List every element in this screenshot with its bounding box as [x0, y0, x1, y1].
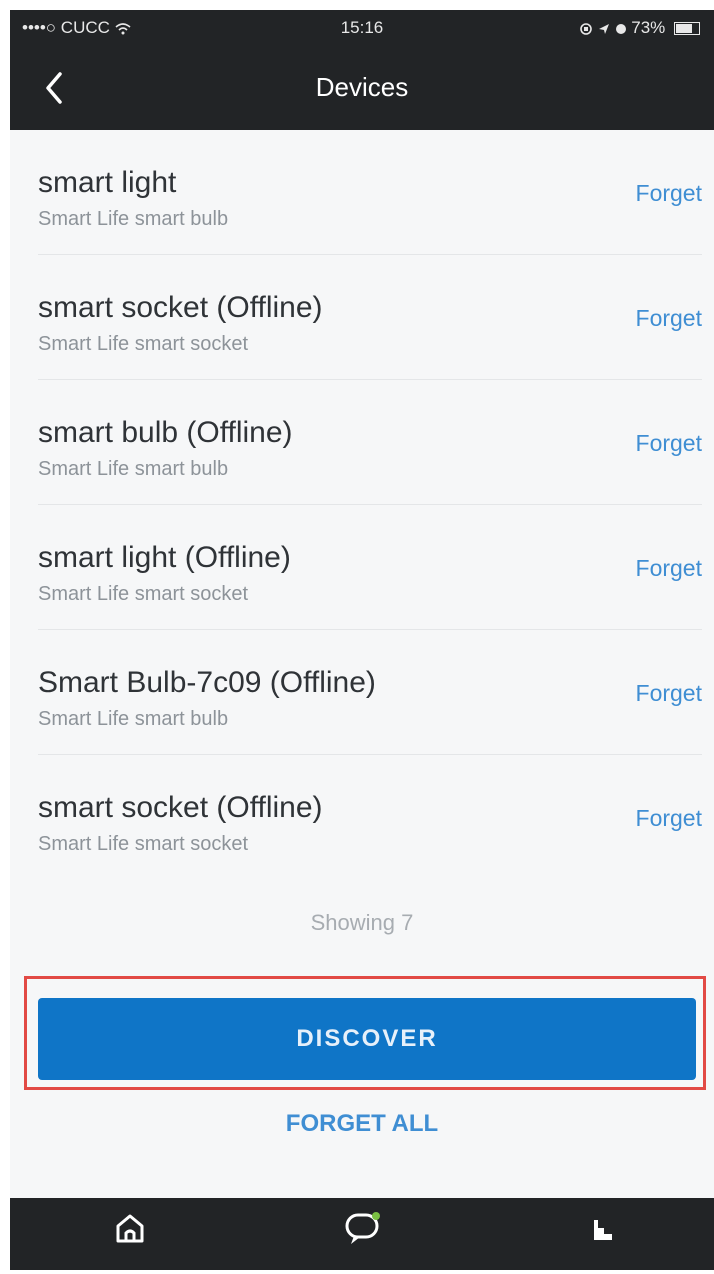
forget-all-button[interactable]: FORGET ALL: [10, 1110, 714, 1138]
device-name: smart bulb (Offline): [38, 416, 293, 449]
device-row: Smart Bulb-7c09 (Offline) Smart Life sma…: [38, 630, 702, 755]
forget-button[interactable]: Forget: [636, 555, 702, 582]
device-list: smart light Smart Life smart bulb Forget…: [10, 130, 714, 879]
forget-button[interactable]: Forget: [636, 180, 702, 207]
forget-button[interactable]: Forget: [636, 305, 702, 332]
tab-bar: [10, 1198, 714, 1270]
alarm-icon: [615, 18, 632, 37]
device-type: Smart Life smart bulb: [38, 458, 229, 480]
device-row: smart socket (Offline) Smart Life smart …: [38, 255, 702, 380]
device-type: Smart Life smart bulb: [38, 708, 229, 730]
battery-percent: 73%: [631, 18, 666, 37]
device-name: Smart Bulb-7c09 (Offline): [38, 666, 376, 699]
device-name: smart light (Offline): [38, 541, 291, 574]
location-icon: [598, 18, 615, 37]
device-type: Smart Life smart socket: [38, 833, 249, 855]
status-right: 73%: [579, 18, 700, 38]
discover-button[interactable]: DISCOVER: [38, 998, 696, 1080]
device-row: smart socket (Offline) Smart Life smart …: [38, 755, 702, 879]
device-type: Smart Life smart bulb: [38, 208, 229, 230]
device-row: smart bulb (Offline) Smart Life smart bu…: [38, 380, 702, 505]
tab-conversations[interactable]: [334, 1208, 394, 1262]
navigation-bar: Devices: [10, 46, 714, 130]
device-row: smart light (Offline) Smart Life smart s…: [38, 505, 702, 630]
page-title: Devices: [315, 72, 409, 102]
battery-icon: [674, 22, 700, 36]
bar-chart-icon: [594, 1220, 612, 1240]
home-icon: [116, 1214, 144, 1243]
device-type: Smart Life smart socket: [38, 333, 249, 355]
app-screen: ••••○ CUCC 15:16 73% Devices smart light…: [10, 10, 714, 1270]
showing-count: Showing 7: [310, 910, 414, 935]
tab-home[interactable]: [100, 1208, 160, 1262]
device-name: smart light: [38, 166, 177, 199]
lock-rotation-icon: [579, 18, 598, 37]
device-row: smart light Smart Life smart bulb Forget: [38, 130, 702, 255]
forget-button[interactable]: Forget: [636, 430, 702, 457]
forget-button[interactable]: Forget: [636, 805, 702, 832]
device-type: Smart Life smart socket: [38, 583, 249, 605]
device-name: smart socket (Offline): [38, 791, 323, 824]
tab-devices[interactable]: [574, 1208, 634, 1262]
device-name: smart socket (Offline): [38, 291, 323, 324]
chat-bubble-icon: [345, 1212, 380, 1244]
forget-button[interactable]: Forget: [636, 680, 702, 707]
status-bar: ••••○ CUCC 15:16 73%: [10, 10, 714, 46]
